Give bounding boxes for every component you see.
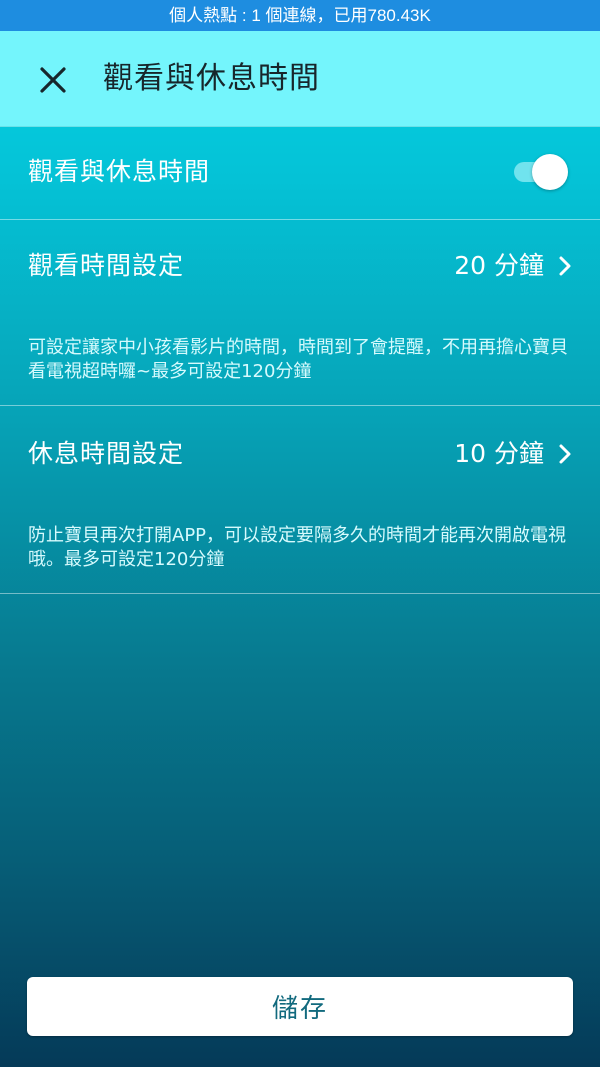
watch-rest-toggle[interactable] bbox=[512, 153, 570, 191]
rest-time-value: 10 分鐘 bbox=[454, 439, 544, 468]
watch-time-value-button[interactable]: 20 分鐘 bbox=[454, 248, 572, 284]
status-bar: 個人熱點 : 1 個連線，已用780.43K bbox=[0, 0, 600, 31]
watch-time-value: 20 分鐘 bbox=[454, 251, 544, 280]
rest-time-label: 休息時間設定 bbox=[28, 439, 185, 468]
rest-time-value-button[interactable]: 10 分鐘 bbox=[454, 436, 572, 472]
screen: 個人熱點 : 1 個連線，已用780.43K 觀看與休息時間 觀看與休息時間 觀… bbox=[0, 0, 600, 1067]
app-bar: 觀看與休息時間 bbox=[0, 31, 600, 127]
rest-time-description: 防止寶貝再次打開APP，可以設定要隔多久的時間才能再次開啟電視哦。最多可設定12… bbox=[28, 525, 567, 570]
chevron-right-icon bbox=[559, 444, 571, 464]
toggle-thumb bbox=[532, 154, 568, 190]
divider bbox=[0, 405, 600, 406]
close-icon bbox=[40, 67, 66, 93]
chevron-right-icon bbox=[559, 256, 571, 276]
divider bbox=[0, 593, 600, 594]
page-title: 觀看與休息時間 bbox=[103, 61, 320, 96]
watch-time-description: 可設定讓家中小孩看影片的時間，時間到了會提醒，不用再擔心寶貝看電視超時囉~最多可… bbox=[28, 337, 568, 382]
watch-rest-toggle-label: 觀看與休息時間 bbox=[28, 157, 211, 186]
close-button[interactable] bbox=[28, 58, 76, 102]
watch-time-label: 觀看時間設定 bbox=[28, 251, 185, 280]
save-button[interactable]: 儲存 bbox=[27, 977, 573, 1036]
status-bar-text: 個人熱點 : 1 個連線，已用780.43K bbox=[169, 6, 431, 25]
divider bbox=[0, 219, 600, 220]
